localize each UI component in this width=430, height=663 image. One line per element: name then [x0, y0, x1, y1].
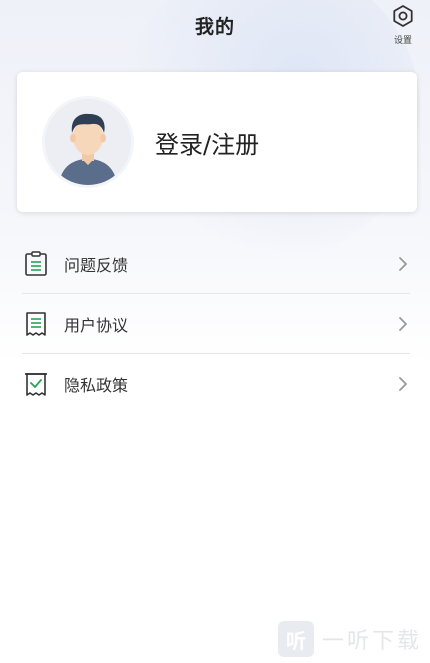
default-avatar-icon [45, 99, 131, 185]
menu-item-label: 隐私政策 [64, 376, 129, 395]
settings-button[interactable]: 设置 [388, 4, 418, 46]
menu-item-label: 问题反馈 [64, 255, 129, 275]
chevron-right-icon [398, 316, 408, 332]
chevron-right-icon [398, 376, 408, 392]
menu-item-user-agreement[interactable]: 用户协议 [22, 294, 410, 354]
page-title: 我的 [194, 16, 235, 38]
menu-list: 问题反馈 用户协议 隐私政策 [22, 234, 410, 414]
profile-card[interactable]: 登录/注册 [17, 72, 417, 212]
clipboard-feedback-icon [24, 250, 48, 277]
document-agreement-icon [24, 311, 48, 337]
privacy-check-icon [24, 371, 48, 397]
watermark: 听 一听下载 [277, 619, 422, 659]
menu-item-label: 用户协议 [64, 315, 129, 335]
menu-item-feedback[interactable]: 问题反馈 [22, 234, 410, 294]
header: 我的 设置 [0, 0, 430, 50]
watermark-text: 一听下载 [321, 629, 422, 654]
gear-icon [391, 4, 415, 32]
chevron-right-icon [398, 256, 408, 272]
settings-label: 设置 [393, 36, 412, 46]
menu-item-privacy-policy[interactable]: 隐私政策 [22, 354, 410, 414]
login-register-link[interactable]: 登录/注册 [155, 125, 259, 160]
watermark-logo: 听 [277, 621, 314, 657]
